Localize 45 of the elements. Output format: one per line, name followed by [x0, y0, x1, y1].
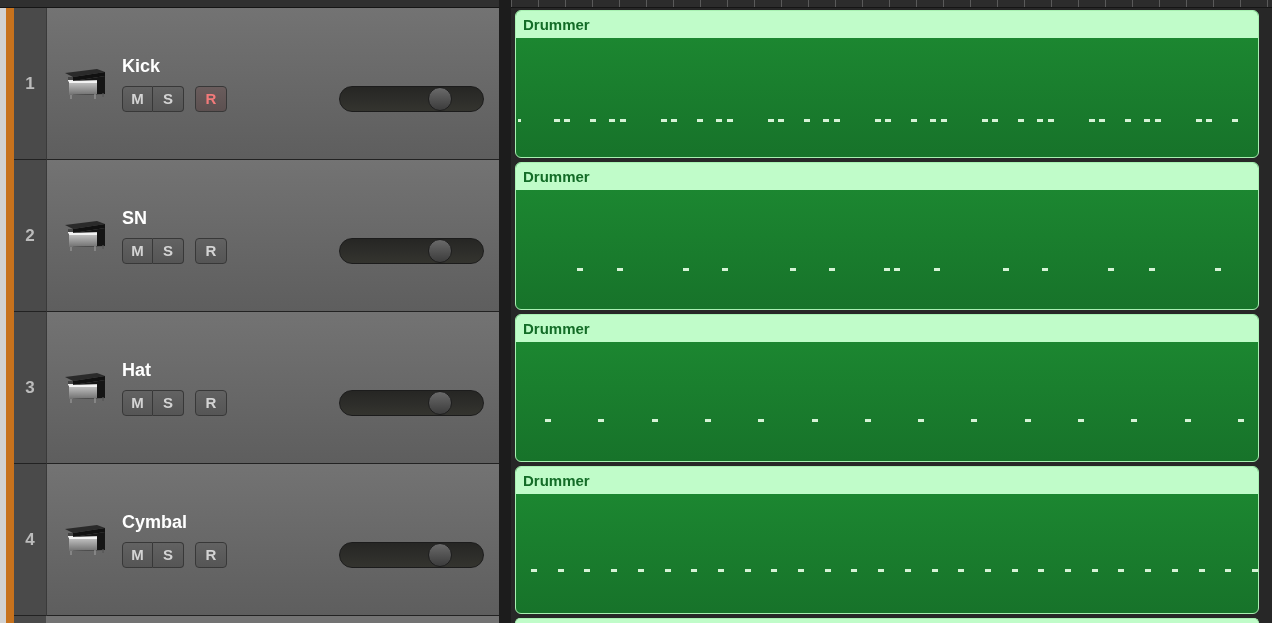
- region[interactable]: Drummer: [515, 314, 1259, 462]
- solo-button[interactable]: S: [153, 389, 184, 416]
- timeline-ruler[interactable]: [511, 0, 1272, 8]
- track-header[interactable]: Kick M S R: [46, 8, 499, 160]
- mute-button[interactable]: M: [122, 541, 153, 568]
- region-title: Drummer: [523, 17, 590, 32]
- record-button[interactable]: R: [195, 541, 227, 568]
- slider-knob[interactable]: [428, 238, 453, 263]
- mute-button[interactable]: M: [122, 389, 153, 416]
- slider-knob[interactable]: [428, 390, 453, 415]
- track-number: 1: [25, 75, 35, 92]
- record-button[interactable]: R: [195, 389, 227, 416]
- region[interactable]: Drummer: [515, 162, 1259, 310]
- mute-button[interactable]: M: [122, 237, 153, 264]
- track-header[interactable]: Cymbal M S R: [46, 464, 499, 616]
- volume-slider[interactable]: [339, 541, 484, 568]
- track-header[interactable]: SN M S R: [46, 160, 499, 312]
- record-button[interactable]: R: [195, 237, 227, 264]
- track-number: 4: [25, 531, 35, 548]
- track-name: Cymbal: [122, 511, 189, 532]
- track-name: Hat: [122, 359, 152, 380]
- slider-knob[interactable]: [428, 86, 453, 111]
- track-name: SN: [122, 207, 148, 228]
- region-title: Drummer: [523, 321, 590, 336]
- track-number: 2: [25, 227, 35, 244]
- piano-icon: [64, 523, 106, 556]
- piano-icon: [64, 67, 106, 100]
- region-title: Drummer: [523, 169, 590, 184]
- record-button[interactable]: R: [195, 85, 227, 112]
- solo-button[interactable]: S: [153, 85, 184, 112]
- region[interactable]: Drummer: [515, 10, 1259, 158]
- solo-button[interactable]: S: [153, 237, 184, 264]
- piano-icon: [64, 371, 106, 404]
- region-title: Drummer: [523, 473, 590, 488]
- piano-icon: [64, 219, 106, 252]
- volume-slider[interactable]: [339, 389, 484, 416]
- region[interactable]: Drummer: [515, 466, 1259, 614]
- solo-button[interactable]: S: [153, 541, 184, 568]
- mute-button[interactable]: M: [122, 85, 153, 112]
- track-name: Kick: [122, 55, 162, 76]
- slider-knob[interactable]: [428, 542, 453, 567]
- volume-slider[interactable]: [339, 85, 484, 112]
- track-number: 3: [25, 379, 35, 396]
- track-header[interactable]: Hat M S R: [46, 312, 499, 464]
- volume-slider[interactable]: [339, 237, 484, 264]
